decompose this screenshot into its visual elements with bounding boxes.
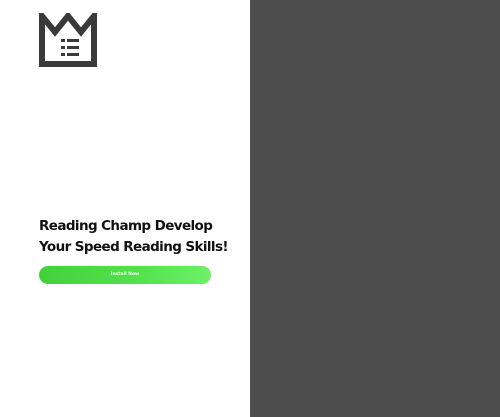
image-panel [250, 0, 500, 417]
landing-page: Reading Champ Develop Your Speed Reading… [0, 0, 500, 417]
hero-headline-line-1: Reading Champ Develop [39, 218, 213, 234]
hero-headline: Reading Champ Develop Your Speed Reading… [39, 216, 239, 258]
content-panel: Reading Champ Develop Your Speed Reading… [0, 0, 250, 417]
crown-book-icon [39, 13, 97, 67]
hero-headline-line-2: Your Speed Reading Skills! [39, 239, 229, 255]
install-now-button[interactable]: Install Now [39, 266, 211, 284]
